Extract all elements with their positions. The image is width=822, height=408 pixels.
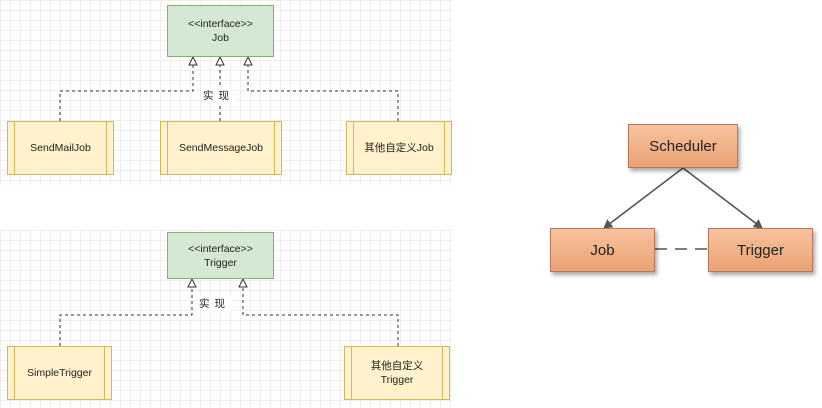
connector-simpletrigger [59, 285, 193, 346]
scheduler-diagram: Scheduler Job Trigger [540, 118, 822, 278]
class-label: 其他自定义Job [364, 142, 434, 154]
class-custom-trigger: 其他自定义 Trigger [344, 346, 450, 400]
trigger-label: Trigger [737, 241, 784, 259]
connector-custom-trigger [242, 285, 399, 346]
trigger-relation-label: 实现 [198, 296, 231, 311]
scheduler-node: Scheduler [628, 124, 738, 168]
arrowhead-2 [215, 55, 225, 66]
class-label: SendMailJob [30, 142, 91, 154]
arrow-scheduler-to-job [603, 167, 684, 229]
job-label: Job [590, 241, 615, 259]
arrow-scheduler-to-trigger [682, 167, 763, 229]
class-custom-job: 其他自定义Job [346, 121, 452, 175]
class-label: SendMessageJob [178, 142, 264, 154]
trigger-node: Trigger [708, 228, 813, 272]
job-interface-stereotype: <<interface>> [188, 18, 253, 30]
job-interface-name: Job [212, 32, 229, 44]
trigger-class-diagram: <<interface>> Trigger 实现 SimpleTrigger 其… [0, 230, 453, 408]
trigger-interface-stereotype: <<interface>> [188, 242, 253, 255]
connector-custom-job [247, 63, 399, 121]
trigger-interface-box: <<interface>> Trigger [167, 232, 274, 279]
class-sendmessagejob: SendMessageJob [160, 121, 282, 175]
job-relation-label: 实现 [202, 88, 235, 103]
class-sendmailjob: SendMailJob [7, 121, 114, 175]
class-label: SimpleTrigger [27, 367, 92, 379]
trigger-interface-name: Trigger [204, 256, 237, 269]
job-class-diagram: <<interface>> Job 实现 SendMailJob SendMes… [0, 0, 453, 185]
arrowhead-2 [238, 277, 248, 288]
connector-sendmailjob [59, 63, 194, 121]
job-node: Job [550, 228, 655, 272]
class-label: 其他自定义 Trigger [370, 360, 424, 386]
arrowhead-3 [243, 55, 253, 66]
job-interface-box: <<interface>> Job [167, 5, 274, 57]
class-simpletrigger: SimpleTrigger [7, 346, 112, 400]
arrowhead-1 [188, 55, 198, 66]
scheduler-label: Scheduler [649, 137, 717, 155]
arrowhead-1 [187, 277, 197, 288]
